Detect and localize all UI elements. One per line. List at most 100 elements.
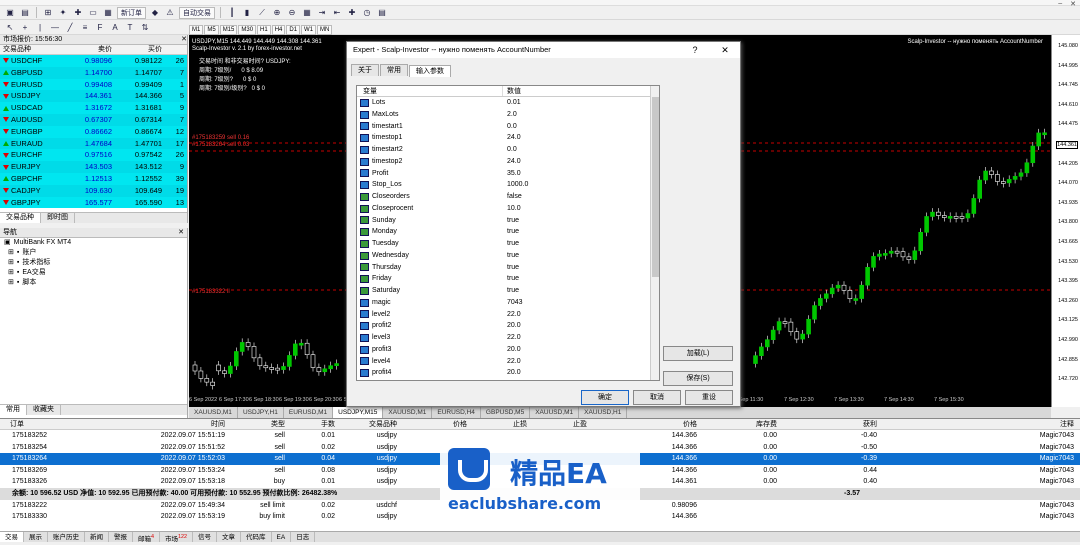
terminal-tab[interactable]: 文章 bbox=[217, 532, 241, 542]
chart-tab[interactable]: USDJPY,H1 bbox=[238, 407, 284, 418]
param-row[interactable]: timestart10.0 bbox=[357, 121, 659, 133]
param-value[interactable]: 20.0 bbox=[503, 344, 521, 356]
templates-icon[interactable]: ▤ bbox=[376, 7, 388, 19]
terminal-tab[interactable]: 新闻 bbox=[85, 532, 109, 542]
param-value[interactable]: false bbox=[503, 191, 522, 203]
expand-icon[interactable]: ⊞ bbox=[8, 268, 14, 278]
candle-chart-icon[interactable]: ▮ bbox=[241, 7, 253, 19]
terminal-tab[interactable]: 邮箱4 bbox=[133, 532, 160, 542]
param-row[interactable]: timestop124.0 bbox=[357, 132, 659, 144]
fibo-icon[interactable]: F bbox=[94, 21, 106, 33]
param-row[interactable]: level322.0 bbox=[357, 332, 659, 344]
timeframe-h1[interactable]: H1 bbox=[257, 25, 271, 35]
market-watch-row[interactable]: GBPUSD1.147001.147077 bbox=[0, 67, 187, 79]
column-header[interactable]: 获利 bbox=[777, 419, 877, 429]
crosshair-icon[interactable]: + bbox=[19, 21, 31, 33]
column-header[interactable]: 交易品种 bbox=[335, 419, 397, 429]
timeframe-m1[interactable]: M1 bbox=[189, 25, 203, 35]
cursor-icon[interactable]: ↖ bbox=[4, 21, 16, 33]
navigator-icon[interactable]: ✚ bbox=[72, 7, 84, 19]
tab-common[interactable]: 常用 bbox=[380, 64, 408, 76]
param-row[interactable]: MaxLots2.0 bbox=[357, 109, 659, 121]
param-value[interactable]: 20.0 bbox=[503, 367, 521, 379]
horizontal-line-icon[interactable]: — bbox=[49, 21, 61, 33]
param-row[interactable]: profit320.0 bbox=[357, 344, 659, 356]
param-row[interactable]: level222.0 bbox=[357, 309, 659, 321]
timeframe-d1[interactable]: D1 bbox=[286, 25, 300, 35]
zoom-out-icon[interactable]: ⊖ bbox=[286, 7, 298, 19]
new-chart-icon[interactable]: ▣ bbox=[4, 7, 16, 19]
param-value[interactable]: true bbox=[503, 273, 519, 285]
param-value[interactable]: true bbox=[503, 285, 519, 297]
inputs-scrollbar[interactable] bbox=[650, 86, 659, 380]
chart-tab[interactable]: USDJPY,M15 bbox=[333, 407, 383, 418]
navigator-root[interactable]: ▣MultiBank FX MT4 bbox=[0, 238, 187, 248]
cancel-button[interactable]: 取消 bbox=[633, 390, 681, 405]
terminal-tab[interactable]: 代码库 bbox=[241, 532, 272, 542]
trendline-icon[interactable]: ╱ bbox=[64, 21, 76, 33]
metaeditor-icon[interactable]: ◆ bbox=[149, 7, 161, 19]
param-value[interactable]: 0.01 bbox=[503, 97, 521, 109]
chart-tab[interactable]: XAUUSD,M1 bbox=[530, 407, 579, 418]
column-header[interactable]: 价格 bbox=[587, 419, 697, 429]
navigator-item[interactable]: ⊞▪账户 bbox=[0, 248, 187, 258]
column-header[interactable]: 手数 bbox=[285, 419, 335, 429]
param-value[interactable]: 24.0 bbox=[503, 156, 521, 168]
param-row[interactable]: level422.0 bbox=[357, 356, 659, 368]
arrows-icon[interactable]: ⇅ bbox=[139, 21, 151, 33]
label-icon[interactable]: T bbox=[124, 21, 136, 33]
help-icon[interactable]: ? bbox=[680, 42, 710, 58]
market-watch-row[interactable]: EURUSD0.994080.994091 bbox=[0, 79, 187, 91]
column-header[interactable]: 止盈 bbox=[527, 419, 587, 429]
tab-inputs[interactable]: 输入参数 bbox=[409, 65, 451, 77]
terminal-tab[interactable]: 展示 bbox=[24, 532, 48, 542]
new-order-button[interactable]: 新订单 bbox=[117, 7, 146, 19]
terminal-icon[interactable]: ▭ bbox=[87, 7, 99, 19]
market-watch-row[interactable]: EURCHF0.975160.9754226 bbox=[0, 149, 187, 161]
param-row[interactable]: Sundaytrue bbox=[357, 215, 659, 227]
chart-tab[interactable]: EURUSD,M1 bbox=[284, 407, 333, 418]
market-watch-row[interactable]: USDCHF0.980960.9812226 bbox=[0, 55, 187, 67]
scroll-thumb[interactable] bbox=[652, 97, 659, 277]
data-window-icon[interactable]: ✦ bbox=[57, 7, 69, 19]
timeframe-m15[interactable]: M15 bbox=[220, 25, 238, 35]
chart-tab[interactable]: EURUSD,H4 bbox=[432, 407, 481, 418]
profiles-icon[interactable]: ▤ bbox=[19, 7, 31, 19]
market-watch-row[interactable]: USDCAD1.316721.316819 bbox=[0, 102, 187, 114]
tester-icon[interactable]: ▦ bbox=[102, 7, 114, 19]
param-row[interactable]: Fridaytrue bbox=[357, 273, 659, 285]
bar-chart-icon[interactable]: ┃ bbox=[226, 7, 238, 19]
market-watch-icon[interactable]: ⊞ bbox=[42, 7, 54, 19]
tile-icon[interactable]: ▦ bbox=[301, 7, 313, 19]
tab-common[interactable]: 常用 bbox=[0, 405, 27, 415]
param-value[interactable]: 22.0 bbox=[503, 332, 521, 344]
indicators-icon[interactable]: ✚ bbox=[346, 7, 358, 19]
param-value[interactable]: true bbox=[503, 250, 519, 262]
column-header[interactable]: 时间 bbox=[120, 419, 225, 429]
timeframe-w1[interactable]: W1 bbox=[301, 25, 316, 35]
column-header[interactable]: 止损 bbox=[467, 419, 527, 429]
expand-icon[interactable]: ⊞ bbox=[8, 248, 14, 258]
line-chart-icon[interactable]: ⟋ bbox=[256, 7, 268, 19]
tab-symbols[interactable]: 交易品种 bbox=[0, 213, 41, 223]
reset-button[interactable]: 重设 bbox=[685, 390, 733, 405]
terminal-tab[interactable]: 市场122 bbox=[160, 532, 193, 542]
close-icon[interactable]: ✕ bbox=[710, 42, 740, 58]
timeframe-m30[interactable]: M30 bbox=[238, 25, 256, 35]
expand-icon[interactable]: ⊞ bbox=[8, 278, 14, 288]
param-value[interactable]: true bbox=[503, 215, 519, 227]
param-row[interactable]: Lots0.01 bbox=[357, 97, 659, 109]
alerts-icon[interactable]: ⚠ bbox=[164, 7, 176, 19]
column-header[interactable]: 库存费 bbox=[697, 419, 777, 429]
column-header[interactable]: 注释 bbox=[877, 419, 1080, 429]
param-row[interactable]: Mondaytrue bbox=[357, 226, 659, 238]
period-icon[interactable]: ◷ bbox=[361, 7, 373, 19]
expand-icon[interactable]: ⊞ bbox=[8, 258, 14, 268]
market-watch-row[interactable]: USDJPY144.361144.3665 bbox=[0, 90, 187, 102]
param-value[interactable]: 7043 bbox=[503, 297, 523, 309]
tab-tick-chart[interactable]: 即时图 bbox=[41, 213, 75, 223]
navigator-item[interactable]: ⊞▪脚本 bbox=[0, 278, 187, 288]
tab-about[interactable]: 关于 bbox=[351, 64, 379, 76]
text-icon[interactable]: A bbox=[109, 21, 121, 33]
market-watch-row[interactable]: EURGBP0.866620.8667412 bbox=[0, 126, 187, 138]
